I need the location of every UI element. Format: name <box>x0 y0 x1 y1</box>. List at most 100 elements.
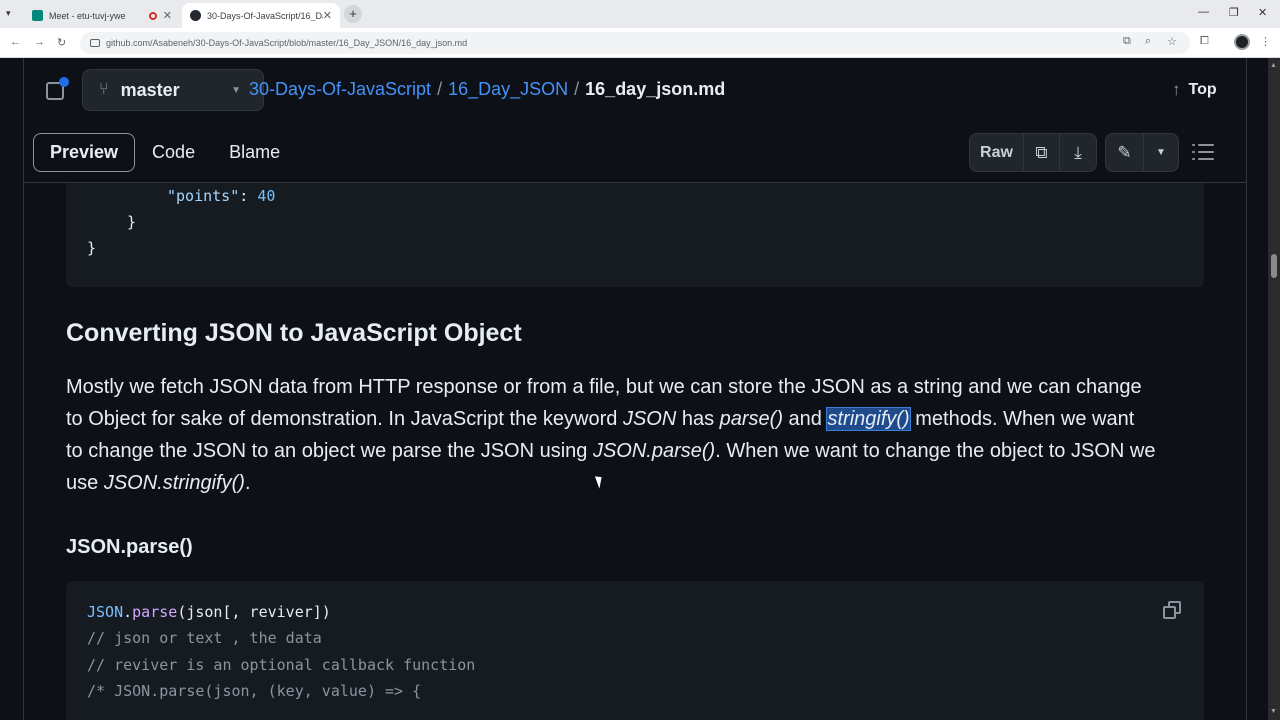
list-line <box>1198 151 1214 153</box>
tab-search-icon[interactable]: ▾ <box>6 8 11 19</box>
forward-icon[interactable]: → <box>34 36 45 48</box>
text-run: . When we want to change the object to J… <box>715 440 1156 462</box>
file-header: ⑂ master ▼ 30-Days-Of-JavaScript / 16_Da… <box>23 58 1247 182</box>
minimize-icon[interactable]: — <box>1198 6 1209 18</box>
section-paragraph: Mostly we fetch JSON data from HTTP resp… <box>66 371 1211 499</box>
text-run: to Object for sake of demonstration. In … <box>66 408 623 430</box>
view-mode-tabs: Preview Code Blame <box>33 133 297 172</box>
star-icon[interactable]: ☆ <box>1167 35 1177 48</box>
breadcrumb-current-file: 16_day_json.md <box>585 79 726 99</box>
code-line: "points": 40 <box>167 187 275 205</box>
window-close-icon[interactable]: ✕ <box>1258 6 1267 19</box>
text-run: to change the JSON to an object we parse… <box>66 440 593 462</box>
menu-icon[interactable]: ⋮ <box>1260 35 1271 48</box>
code-comment: // reviver is an optional callback funct… <box>87 656 476 674</box>
code-block-json-parse: JSON.parse(json[, reviver]) // json or t… <box>66 581 1204 720</box>
paragraph-line: to Object for sake of demonstration. In … <box>66 403 1211 435</box>
browser-tab-github[interactable]: 30-Days-Of-JavaScript/16_Day_ ✕ <box>182 3 340 28</box>
recording-icon <box>148 11 157 20</box>
close-icon[interactable]: ✕ <box>163 9 172 22</box>
tab-code[interactable]: Code <box>135 133 212 172</box>
site-info-icon[interactable] <box>90 39 100 47</box>
list-bullet <box>1192 144 1195 146</box>
emphasis: JSON.stringify() <box>103 472 245 494</box>
browser-tab-meet[interactable]: Meet - etu-tuvj-ywe ✕ <box>24 3 180 28</box>
new-tab-button[interactable]: + <box>344 5 362 23</box>
back-to-top-button[interactable]: ↑ Top <box>1172 80 1217 100</box>
tab-preview[interactable]: Preview <box>33 133 136 172</box>
list-bullet <box>1192 151 1195 153</box>
restore-icon[interactable]: ❐ <box>1229 6 1239 19</box>
text-run: . <box>244 472 251 494</box>
outline-list-icon[interactable] <box>1192 142 1214 162</box>
tab-title: 30-Days-Of-JavaScript/16_Day_ <box>207 10 323 21</box>
copy-icon[interactable] <box>1161 599 1183 621</box>
code-block-json-tail: "points": 40 } } <box>66 183 1204 287</box>
code-line: } <box>87 239 97 257</box>
breadcrumb: 30-Days-Of-JavaScript / 16_Day_JSON / 16… <box>249 79 725 100</box>
list-line <box>1198 158 1214 160</box>
arrow-up-icon: ↑ <box>1172 80 1181 99</box>
file-actions-group: Raw ⧉ ⤓ <box>969 133 1097 172</box>
emphasis: JSON.parse() <box>592 440 716 462</box>
sidebar-toggle-icon[interactable] <box>44 77 69 102</box>
list-bullet <box>1192 158 1195 160</box>
scrollbar-thumb[interactable] <box>1271 254 1277 278</box>
raw-button[interactable]: Raw <box>970 134 1024 171</box>
code-line: JSON.parse(json[, reviver]) <box>87 603 331 621</box>
zoom-icon[interactable]: ⌕ <box>1145 35 1151 48</box>
meet-favicon-icon <box>32 10 43 21</box>
code-comment: /* JSON.parse(json, (key, value) => { <box>87 682 422 700</box>
address-bar[interactable]: github.com/Asabeneh/30-Days-Of-JavaScrip… <box>80 32 1190 54</box>
browser-toolbar: ← → ↻ github.com/Asabeneh/30-Days-Of-Jav… <box>0 28 1280 58</box>
copy-raw-icon[interactable]: ⧉ <box>1024 134 1060 171</box>
chevron-down-icon[interactable]: ▼ <box>1144 134 1178 171</box>
list-line <box>1198 144 1214 146</box>
breadcrumb-folder-link[interactable]: 16_Day_JSON <box>448 79 568 100</box>
reload-icon[interactable]: ↻ <box>57 36 66 49</box>
extensions-icon[interactable]: ⧠ <box>1200 35 1209 48</box>
text-run: use <box>66 472 104 494</box>
tab-blame[interactable]: Blame <box>212 133 297 172</box>
code-object: JSON <box>87 603 124 621</box>
page-scrollbar[interactable]: ▲ ▼ <box>1268 58 1280 720</box>
json-key: "points" <box>167 187 240 205</box>
edit-actions-group: ✎ ▼ <box>1105 133 1179 172</box>
json-colon: : <box>239 187 258 205</box>
tab-title: Meet - etu-tuvj-ywe <box>49 10 126 21</box>
install-icon[interactable]: ⧉ <box>1123 35 1131 48</box>
subsection-heading: JSON.parse() <box>66 536 193 558</box>
close-icon[interactable]: ✕ <box>323 9 332 22</box>
section-heading: Converting JSON to JavaScript Object <box>66 319 522 347</box>
top-label: Top <box>1188 81 1217 98</box>
selected-emphasis: stringify() <box>826 407 911 431</box>
code-line: } <box>127 213 137 231</box>
paragraph-line: to change the JSON to an object we parse… <box>66 435 1211 467</box>
scroll-down-icon[interactable]: ▼ <box>1270 708 1277 715</box>
url-text: github.com/Asabeneh/30-Days-Of-JavaScrip… <box>106 38 468 48</box>
scroll-up-icon[interactable]: ▲ <box>1270 62 1277 69</box>
git-branch-icon: ⑂ <box>99 81 109 98</box>
profile-avatar[interactable] <box>1234 34 1250 50</box>
download-icon[interactable]: ⤓ <box>1060 134 1096 171</box>
pencil-icon[interactable]: ✎ <box>1106 134 1144 171</box>
paragraph-line: use JSON.stringify(). <box>66 467 1211 499</box>
text-run: and <box>783 408 828 430</box>
text-run: has <box>676 408 720 430</box>
branch-selector-button[interactable]: ⑂ master ▼ <box>82 69 264 111</box>
code-comment: // json or text , the data <box>87 629 322 647</box>
code-args: (json[, reviver]) <box>177 603 331 621</box>
breadcrumb-separator: / <box>437 79 443 99</box>
json-value: 40 <box>257 187 276 205</box>
emphasis: JSON <box>622 408 677 430</box>
github-page: ⑂ master ▼ 30-Days-Of-JavaScript / 16_Da… <box>0 58 1268 720</box>
back-icon[interactable]: ← <box>10 36 21 48</box>
code-dot: . <box>123 603 133 621</box>
paragraph-line: Mostly we fetch JSON data from HTTP resp… <box>66 376 1142 398</box>
emphasis: parse() <box>719 408 783 430</box>
notification-dot <box>59 77 69 87</box>
text-run: methods. When we want <box>909 408 1135 430</box>
copy-icon-front <box>1163 606 1176 619</box>
breadcrumb-repo-link[interactable]: 30-Days-Of-JavaScript <box>249 79 431 100</box>
browser-tab-strip: ▾ Meet - etu-tuvj-ywe ✕ 30-Days-Of-JavaS… <box>0 0 1280 28</box>
